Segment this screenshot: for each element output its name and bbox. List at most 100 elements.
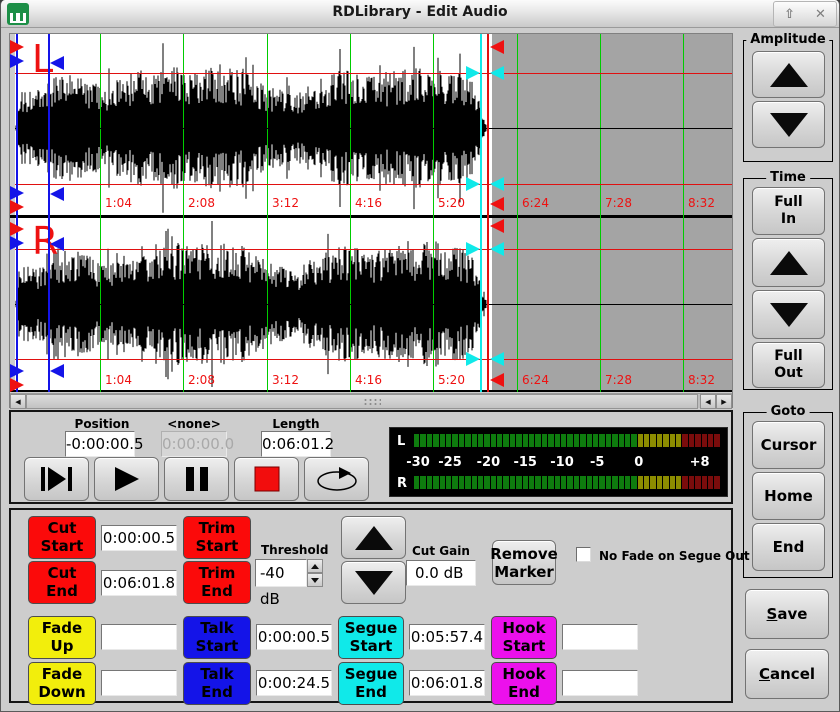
fade-down-value[interactable]: [101, 670, 177, 696]
segue-start-line[interactable]: [480, 34, 482, 392]
cut-end-value[interactable]: 0:06:01.8: [101, 570, 177, 596]
meter-segment: [535, 434, 540, 447]
threshold-value[interactable]: -40 dB: [255, 559, 307, 587]
time-full-out-button[interactable]: FullOut: [752, 342, 825, 388]
close-icon[interactable]: ✕: [815, 8, 826, 21]
spin-up-icon[interactable]: [307, 559, 323, 573]
talk-start-marker-icon[interactable]: [10, 186, 24, 200]
scrollbar-handle[interactable]: [26, 394, 698, 409]
goto-home-button[interactable]: Home: [752, 472, 825, 520]
cancel-button[interactable]: Cancel: [745, 649, 829, 699]
talk-end-value[interactable]: 0:00:24.5: [256, 670, 332, 696]
cut-end-button[interactable]: CutEnd: [28, 561, 96, 604]
talk-start-marker-icon[interactable]: [10, 54, 24, 68]
segue-marker-icon[interactable]: [466, 177, 480, 191]
segue-marker-icon[interactable]: [490, 177, 504, 191]
remove-marker-button[interactable]: RemoveMarker: [492, 540, 556, 585]
scroll-right-icon[interactable]: ▶: [716, 394, 732, 409]
talk-end-marker-icon[interactable]: [50, 187, 64, 201]
amplitude-up-button[interactable]: [752, 51, 825, 98]
cut-end-line[interactable]: [487, 34, 489, 392]
center-line: [15, 128, 732, 129]
hook-end-value[interactable]: [562, 670, 638, 696]
talk-start-value[interactable]: 0:00:00.5: [256, 624, 332, 650]
talk-end-line[interactable]: [48, 34, 50, 392]
segue-marker-icon[interactable]: [466, 352, 480, 366]
trim-end-button[interactable]: TrimEnd: [183, 561, 251, 604]
cut-end-marker-icon[interactable]: [490, 197, 504, 211]
fade-up-value[interactable]: [101, 624, 177, 650]
waveform-display[interactable]: L R 1:041:042:082:083:123:124:164:165:20…: [10, 34, 732, 392]
talk-start-marker-icon[interactable]: [10, 364, 24, 378]
meter-segment: [484, 476, 489, 489]
threshold-spin-buttons: [307, 559, 323, 587]
goto-cursor-button[interactable]: Cursor: [752, 421, 825, 469]
goto-end-button[interactable]: End: [752, 523, 825, 571]
time-label: 8:32: [688, 373, 715, 387]
talk-end-marker-icon[interactable]: [50, 237, 64, 251]
play-button[interactable]: [94, 457, 159, 501]
segue-marker-icon[interactable]: [490, 242, 504, 256]
cut-end-marker-icon[interactable]: [490, 373, 504, 387]
cut-start-marker-icon[interactable]: [10, 378, 24, 392]
threshold-label: Threshold: [261, 543, 328, 557]
meter-segment: [446, 476, 451, 489]
hook-end-button[interactable]: HookEnd: [491, 662, 557, 705]
segue-marker-icon[interactable]: [466, 66, 480, 80]
segue-marker-icon[interactable]: [490, 352, 504, 366]
no-fade-checkbox[interactable]: [576, 547, 591, 562]
cut-end-marker-icon[interactable]: [490, 40, 504, 54]
scroll-left2-icon[interactable]: ◀: [700, 394, 716, 409]
meter-segment: [708, 434, 713, 447]
cut-end-marker-icon[interactable]: [490, 219, 504, 233]
scroll-left-icon[interactable]: ◀: [10, 394, 26, 409]
stop-button[interactable]: [234, 457, 299, 501]
cut-start-marker-icon[interactable]: [10, 200, 24, 214]
gain-down-button[interactable]: [341, 561, 406, 604]
hook-start-button[interactable]: HookStart: [491, 616, 557, 659]
talk-end-marker-icon[interactable]: [50, 364, 64, 378]
meter-segment: [657, 434, 662, 447]
cut-start-value[interactable]: 0:00:00.5: [101, 525, 177, 551]
talk-end-marker-icon[interactable]: [50, 56, 64, 70]
shade-icon[interactable]: ⇧: [784, 8, 795, 21]
segue-marker-icon[interactable]: [466, 242, 480, 256]
fade-up-button[interactable]: FadeUp: [28, 616, 96, 659]
loop-button[interactable]: [304, 457, 369, 501]
waveform-image: [10, 34, 732, 392]
meter-segment: [491, 476, 496, 489]
cut-start-marker-icon[interactable]: [10, 222, 24, 236]
waveform-scrollbar[interactable]: ◀ ◀ ▶: [10, 393, 732, 408]
play-from-start-button[interactable]: [24, 457, 89, 501]
time-zoom-out-button[interactable]: [752, 290, 825, 339]
fade-down-button[interactable]: FadeDown: [28, 662, 96, 705]
cut-start-button[interactable]: CutStart: [28, 516, 96, 559]
cut-start-marker-icon[interactable]: [10, 40, 24, 54]
segue-end-button[interactable]: SegueEnd: [338, 662, 404, 705]
time-label: 7:28: [605, 373, 632, 387]
segue-end-value[interactable]: 0:06:01.8: [409, 670, 485, 696]
segue-start-value[interactable]: 0:05:57.4: [409, 624, 485, 650]
hook-start-value[interactable]: [562, 624, 638, 650]
time-zoom-in-button[interactable]: [752, 238, 825, 287]
threshold-spinbox[interactable]: -40 dB: [255, 559, 323, 587]
talk-start-marker-icon[interactable]: [10, 236, 24, 250]
pause-button[interactable]: [164, 457, 229, 501]
cut-gain-label: Cut Gain: [412, 544, 470, 558]
spin-down-icon[interactable]: [307, 573, 323, 587]
talk-end-button[interactable]: TalkEnd: [183, 662, 251, 705]
titlebar[interactable]: RDLibrary - Edit Audio ⇧ ✕: [1, 0, 839, 28]
save-button[interactable]: Save: [745, 589, 829, 639]
segue-start-button[interactable]: SegueStart: [338, 616, 404, 659]
meter-segment: [420, 476, 425, 489]
gain-up-button[interactable]: [341, 516, 406, 559]
cut-gain-value[interactable]: 0.0 dB: [406, 560, 476, 586]
trim-start-button[interactable]: TrimStart: [183, 516, 251, 559]
amplitude-down-button[interactable]: [752, 101, 825, 148]
talk-start-button[interactable]: TalkStart: [183, 616, 251, 659]
meter-segment: [644, 476, 649, 489]
time-full-in-button[interactable]: FullIn: [752, 187, 825, 235]
meter-segment: [420, 434, 425, 447]
segue-marker-icon[interactable]: [490, 66, 504, 80]
meter-segment: [580, 476, 585, 489]
